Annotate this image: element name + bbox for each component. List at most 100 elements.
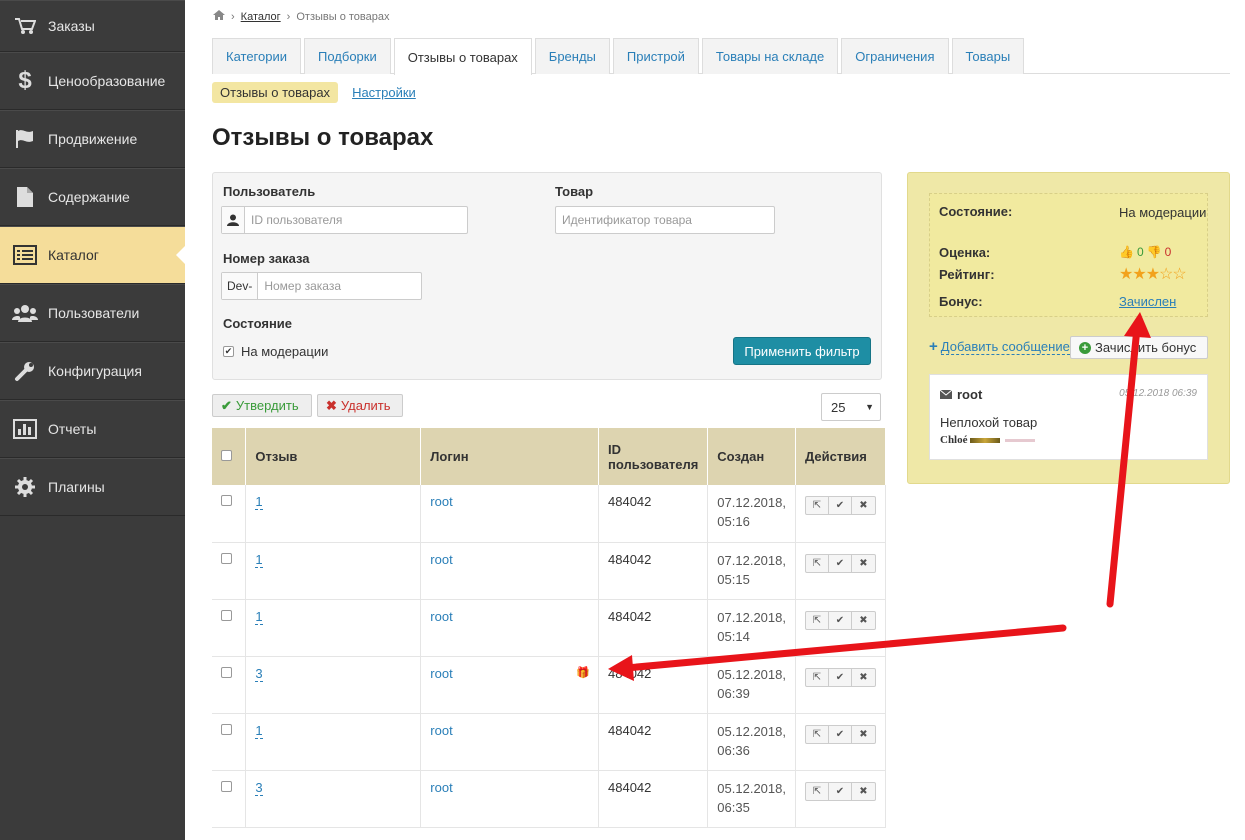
created-cell: 07.12.2018, 05:14 — [707, 599, 796, 657]
review-link[interactable]: 3 — [255, 665, 263, 682]
user-id-cell: 484042 — [598, 656, 709, 714]
login-link[interactable]: root — [430, 552, 452, 567]
approve-icon[interactable]: ✔ — [829, 782, 852, 800]
table-row: 1 root 484042 07.12.2018, 05:15 ⇱ ✔ ✖ — [212, 542, 887, 600]
product-id-input[interactable]: Идентификатор товара — [555, 206, 775, 234]
sidebar-item-pricing[interactable]: $ Ценообразование — [0, 52, 185, 110]
subtab-settings[interactable]: Настройки — [352, 85, 416, 100]
home-icon[interactable] — [213, 10, 225, 23]
open-icon[interactable]: ⇱ — [806, 554, 829, 572]
login-link[interactable]: root — [430, 780, 452, 795]
column-header-user-id[interactable]: ID пользователя — [598, 428, 709, 485]
review-link[interactable]: 1 — [255, 608, 263, 625]
column-header-login[interactable]: Логин — [420, 428, 600, 485]
apply-filter-button[interactable]: Применить фильтр — [733, 337, 871, 365]
row-checkbox[interactable] — [221, 495, 232, 506]
sidebar-item-content[interactable]: Содержание — [0, 168, 185, 226]
delete-icon[interactable]: ✖ — [852, 555, 875, 572]
tab-categories[interactable]: Категории — [212, 38, 301, 74]
tab-restrictions[interactable]: Ограничения — [841, 38, 949, 74]
tab-brands[interactable]: Бренды — [534, 38, 610, 74]
plus-icon: + — [929, 338, 938, 355]
row-checkbox[interactable] — [221, 552, 232, 564]
tab-reviews[interactable]: Отзывы о товарах — [393, 38, 532, 75]
row-checkbox[interactable] — [221, 666, 232, 678]
order-number-input[interactable]: Dev- Номер заказа — [221, 272, 422, 300]
tab-stock[interactable]: Товары на складе — [701, 38, 839, 74]
breadcrumb-link-catalog[interactable]: Каталог — [241, 11, 281, 23]
open-icon[interactable]: ⇱ — [806, 497, 829, 514]
bonus-status-link[interactable]: Зачислен — [1119, 294, 1176, 309]
login-link[interactable]: root — [430, 666, 452, 681]
attachment-image-small[interactable] — [1004, 438, 1035, 442]
sidebar-item-plugins[interactable]: Плагины — [0, 458, 185, 516]
gift-icon[interactable]: 🎁 — [576, 666, 590, 679]
created-cell: 05.12.2018, 06:35 — [707, 770, 796, 828]
approve-icon[interactable]: ✔ — [829, 725, 852, 743]
state-moderation-option[interactable]: ✔ На модерации — [223, 344, 328, 359]
sidebar-item-reports[interactable]: Отчеты — [0, 400, 185, 458]
select-all-checkbox[interactable] — [221, 450, 232, 461]
delete-icon[interactable]: ✖ — [852, 726, 875, 743]
user-id-cell: 484042 — [598, 713, 709, 771]
star-filled-icon[interactable]: ★ — [1132, 266, 1146, 283]
sidebar-item-users[interactable]: Пользователи — [0, 284, 185, 342]
star-filled-icon[interactable]: ★ — [1146, 266, 1160, 283]
sidebar-item-label: Содержание — [48, 189, 130, 205]
tab-collections[interactable]: Подборки — [304, 38, 391, 74]
subtab-reviews[interactable]: Отзывы о товарах — [212, 82, 339, 103]
row-checkbox[interactable] — [221, 780, 232, 792]
login-link[interactable]: root — [430, 723, 452, 738]
message-author: root — [939, 387, 982, 402]
tab-pristroy[interactable]: Пристрой — [612, 38, 699, 74]
thumbs-down-icon[interactable]: 👎 — [1147, 245, 1162, 259]
sidebar-item-promotion[interactable]: Продвижение — [0, 110, 185, 168]
approve-button[interactable]: ✔ Утвердить — [212, 394, 312, 417]
approve-icon[interactable]: ✔ — [829, 497, 852, 514]
delete-icon[interactable]: ✖ — [852, 497, 875, 514]
approve-icon[interactable]: ✔ — [829, 668, 852, 686]
column-header-created[interactable]: Создан — [707, 428, 796, 485]
created-time: 05:16 — [717, 514, 750, 529]
open-icon[interactable]: ⇱ — [806, 725, 829, 743]
actions-cell: ⇱ ✔ ✖ — [795, 770, 887, 828]
star-filled-icon[interactable]: ★ — [1119, 266, 1133, 283]
state-checkbox[interactable]: ✔ — [223, 346, 234, 357]
column-header-review[interactable]: Отзыв — [245, 428, 422, 485]
user-id-input[interactable]: ID пользователя — [221, 206, 468, 234]
login-link[interactable]: root — [430, 609, 452, 624]
page-size-select[interactable]: 25 ▼ — [821, 393, 881, 421]
row-checkbox[interactable] — [221, 609, 232, 621]
delete-button[interactable]: ✖ Удалить — [317, 394, 403, 417]
attachment-image[interactable] — [969, 437, 1000, 443]
add-message-link[interactable]: + Добавить сообщение — [929, 338, 1070, 355]
star-empty-icon[interactable]: ☆ — [1172, 266, 1186, 283]
delete-icon[interactable]: ✖ — [852, 669, 875, 686]
star-empty-icon[interactable]: ☆ — [1159, 266, 1173, 283]
row-checkbox[interactable] — [221, 723, 232, 735]
sidebar-item-orders[interactable]: Заказы — [0, 0, 185, 52]
review-link[interactable]: 1 — [255, 551, 263, 568]
delete-icon[interactable]: ✖ — [852, 612, 875, 629]
review-link[interactable]: 3 — [255, 779, 263, 796]
open-icon[interactable]: ⇱ — [806, 668, 829, 686]
sidebar-item-configuration[interactable]: Конфигурация — [0, 342, 185, 400]
review-link[interactable]: 1 — [255, 722, 263, 739]
login-link[interactable]: root — [430, 494, 452, 509]
close-icon: ✖ — [326, 397, 337, 413]
credit-bonus-button[interactable]: + Зачислить бонус — [1070, 336, 1208, 359]
approve-icon[interactable]: ✔ — [829, 554, 852, 572]
page-title: Отзывы о товарах — [212, 124, 434, 151]
open-icon[interactable]: ⇱ — [806, 611, 829, 629]
delete-icon[interactable]: ✖ — [852, 783, 875, 800]
thumbs-up-icon[interactable]: 👍 — [1119, 245, 1134, 259]
user-id-cell: 484042 — [598, 485, 709, 543]
approve-icon[interactable]: ✔ — [829, 611, 852, 629]
sidebar-item-label: Отчеты — [48, 421, 97, 437]
open-icon[interactable]: ⇱ — [806, 782, 829, 800]
tab-products[interactable]: Товары — [951, 38, 1025, 74]
reviews-table: Отзыв Логин ID пользователя Создан Дейст… — [212, 428, 887, 828]
created-time: 06:39 — [717, 685, 750, 701]
sidebar-item-catalog[interactable]: Каталог — [0, 226, 186, 284]
review-link[interactable]: 1 — [255, 494, 263, 510]
